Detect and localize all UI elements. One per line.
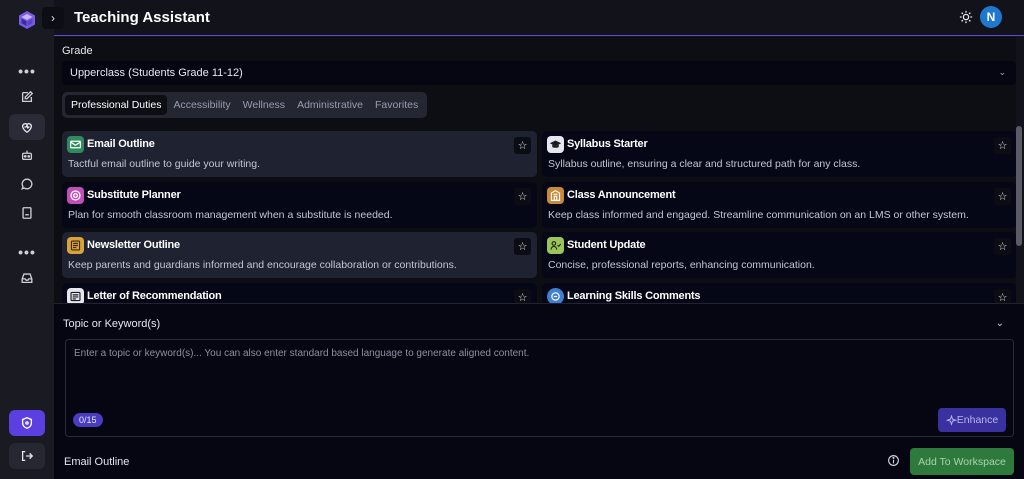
sparkle-icon bbox=[945, 414, 957, 426]
favorite-star-button[interactable]: ☆ bbox=[514, 238, 531, 255]
rail-inbox-button[interactable] bbox=[9, 265, 45, 291]
rail-more-button[interactable]: ••• bbox=[9, 58, 45, 84]
card-title: Email Outline bbox=[87, 138, 155, 150]
more-icon: ••• bbox=[18, 244, 36, 260]
enhance-button[interactable]: Enhance bbox=[938, 408, 1006, 432]
graduation-cap-icon bbox=[547, 136, 564, 153]
star-icon: ☆ bbox=[997, 191, 1008, 203]
page-title: Teaching Assistant bbox=[74, 9, 210, 26]
star-icon: ☆ bbox=[517, 241, 528, 253]
top-header: › Teaching Assistant N bbox=[42, 0, 1024, 36]
student-icon bbox=[547, 237, 564, 254]
star-icon: ☆ bbox=[997, 241, 1008, 253]
favorite-star-button[interactable]: ☆ bbox=[994, 238, 1011, 255]
card-description: Concise, professional reports, enhancing… bbox=[548, 259, 815, 271]
app-logo-icon[interactable] bbox=[17, 10, 37, 30]
edit-icon bbox=[21, 90, 34, 103]
chevron-down-icon: ⌄ bbox=[998, 67, 1006, 77]
rail-shield-button[interactable] bbox=[9, 410, 45, 436]
newsletter-icon bbox=[67, 237, 84, 254]
sidebar-toggle-button[interactable]: › bbox=[42, 7, 64, 29]
rail-chat-button[interactable] bbox=[9, 171, 45, 197]
left-rail: ••• ••• bbox=[0, 0, 54, 479]
chevron-right-icon: › bbox=[51, 11, 55, 25]
card-title: Letter of Recommendation bbox=[87, 290, 222, 302]
tab-administrative[interactable]: Administrative bbox=[291, 95, 369, 115]
tab-favorites[interactable]: Favorites bbox=[369, 95, 424, 115]
star-icon: ☆ bbox=[517, 191, 528, 203]
grade-select[interactable]: Upperclass (Students Grade 11-12) ⌄ bbox=[62, 61, 1016, 85]
card-substitute-planner[interactable]: Substitute Planner Plan for smooth class… bbox=[62, 182, 537, 228]
tool-card-grid: Email Outline Tactful email outline to g… bbox=[62, 131, 1016, 303]
card-title: Newsletter Outline bbox=[87, 239, 180, 251]
sun-icon bbox=[959, 10, 973, 24]
card-syllabus-starter[interactable]: Syllabus Starter Syllabus outline, ensur… bbox=[542, 131, 1016, 177]
topic-label: Topic or Keyword(s) bbox=[63, 318, 161, 330]
favorite-star-button[interactable]: ☆ bbox=[994, 188, 1011, 205]
heart-icon bbox=[21, 123, 33, 134]
topic-input[interactable]: Enter a topic or keyword(s)... You can a… bbox=[65, 339, 1014, 437]
card-email-outline[interactable]: Email Outline Tactful email outline to g… bbox=[62, 131, 537, 177]
collapse-chevron-icon[interactable]: ⌄ bbox=[996, 318, 1004, 329]
star-icon: ☆ bbox=[997, 292, 1008, 303]
favorite-star-button[interactable]: ☆ bbox=[514, 188, 531, 205]
rail-more-button-2[interactable]: ••• bbox=[9, 239, 45, 265]
building-icon bbox=[547, 187, 564, 204]
favorite-star-button[interactable]: ☆ bbox=[514, 289, 531, 303]
info-icon[interactable] bbox=[887, 454, 900, 467]
category-tabs: Professional Duties Accessibility Wellne… bbox=[62, 92, 428, 118]
card-newsletter-outline[interactable]: Newsletter Outline Keep parents and guar… bbox=[62, 232, 537, 278]
card-title: Learning Skills Comments bbox=[567, 290, 701, 302]
star-icon: ☆ bbox=[517, 292, 528, 303]
topic-panel: Topic or Keyword(s) ⌄ Enter a topic or k… bbox=[54, 303, 1024, 479]
logout-icon bbox=[21, 450, 34, 462]
card-title: Student Update bbox=[567, 239, 646, 251]
character-counter-badge: 0/15 bbox=[73, 413, 103, 427]
rail-logout-button[interactable] bbox=[9, 443, 45, 469]
card-description: Plan for smooth classroom management whe… bbox=[68, 209, 393, 221]
robot-icon bbox=[21, 150, 33, 161]
more-icon: ••• bbox=[18, 63, 36, 79]
card-description: Keep class informed and engaged. Streaml… bbox=[548, 209, 969, 221]
add-to-workspace-button[interactable]: Add To Workspace bbox=[910, 448, 1014, 475]
card-letter-of-recommendation[interactable]: Letter of Recommendation ☆ bbox=[62, 283, 537, 303]
rail-heart-button[interactable] bbox=[9, 114, 45, 140]
favorite-star-button[interactable]: ☆ bbox=[994, 137, 1011, 154]
theme-toggle-button[interactable] bbox=[956, 7, 976, 27]
avatar[interactable]: N bbox=[980, 6, 1002, 28]
card-title: Class Announcement bbox=[567, 189, 676, 201]
card-title: Syllabus Starter bbox=[567, 138, 648, 150]
selected-tool-label: Email Outline bbox=[64, 456, 130, 468]
rail-edit-button[interactable] bbox=[9, 84, 45, 110]
inbox-icon bbox=[21, 273, 33, 284]
comments-icon bbox=[547, 288, 564, 303]
enhance-label: Enhance bbox=[956, 414, 999, 426]
grade-select-value: Upperclass (Students Grade 11-12) bbox=[70, 67, 243, 79]
tab-accessibility[interactable]: Accessibility bbox=[167, 95, 236, 115]
card-description: Tactful email outline to guide your writ… bbox=[68, 158, 261, 170]
favorite-star-button[interactable]: ☆ bbox=[994, 289, 1011, 303]
shield-icon bbox=[21, 417, 33, 429]
card-learning-skills-comments[interactable]: Learning Skills Comments ☆ bbox=[542, 283, 1016, 303]
lifebuoy-icon bbox=[67, 187, 84, 204]
letter-icon bbox=[67, 288, 84, 303]
star-icon: ☆ bbox=[517, 140, 528, 152]
scrollbar-thumb[interactable] bbox=[1016, 126, 1022, 246]
notebook-icon bbox=[22, 207, 32, 219]
card-description: Syllabus outline, ensuring a clear and s… bbox=[548, 158, 861, 170]
card-class-announcement[interactable]: Class Announcement Keep class informed a… bbox=[542, 182, 1016, 228]
card-description: Keep parents and guardians informed and … bbox=[68, 259, 457, 271]
favorite-star-button[interactable]: ☆ bbox=[514, 137, 531, 154]
tab-professional-duties[interactable]: Professional Duties bbox=[65, 95, 168, 115]
star-icon: ☆ bbox=[997, 140, 1008, 152]
grade-label: Grade bbox=[62, 45, 93, 57]
tab-wellness[interactable]: Wellness bbox=[237, 95, 291, 115]
chat-icon bbox=[21, 178, 33, 190]
card-title: Substitute Planner bbox=[87, 189, 181, 201]
topic-placeholder: Enter a topic or keyword(s)... You can a… bbox=[74, 348, 530, 359]
card-student-update[interactable]: Student Update Concise, professional rep… bbox=[542, 232, 1016, 278]
email-icon bbox=[67, 136, 84, 153]
rail-notebook-button[interactable] bbox=[9, 200, 45, 226]
rail-robot-button[interactable] bbox=[9, 142, 45, 168]
